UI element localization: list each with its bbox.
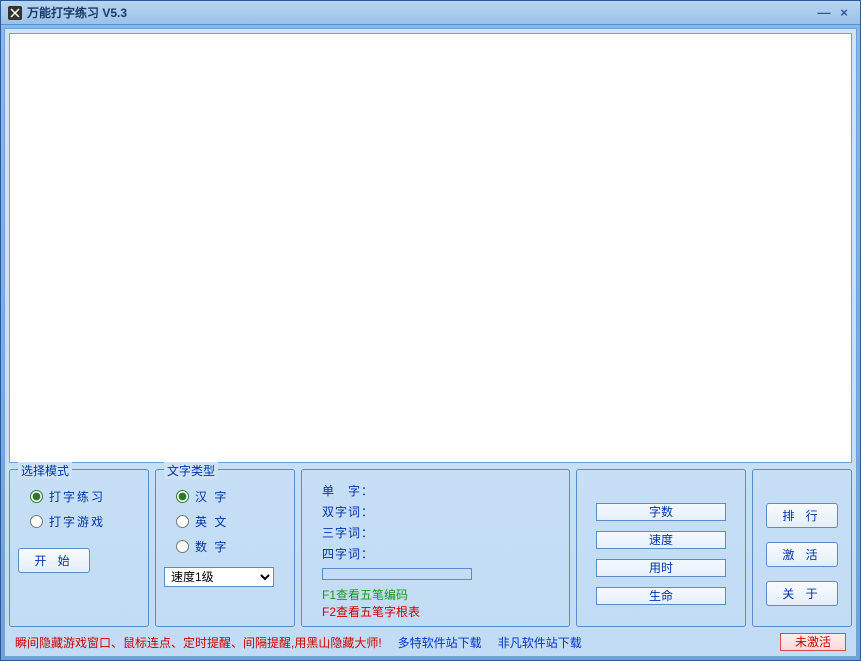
start-button[interactable]: 开 始	[18, 548, 90, 573]
radio-hanzi-input[interactable]	[176, 490, 189, 503]
app-icon	[7, 5, 23, 21]
titlebar: 万能打字练习 V5.3 — ×	[1, 1, 860, 25]
minimize-button[interactable]: —	[814, 5, 834, 20]
typing-canvas	[9, 33, 852, 463]
activation-badge[interactable]: 未激活	[780, 633, 846, 651]
download-link-1[interactable]: 多特软件站下载	[398, 634, 482, 651]
stat-triple: 三字词：	[322, 524, 557, 541]
rank-button[interactable]: 排 行	[766, 503, 838, 528]
type-group: 文字类型 汉 字 英 文 数 字 速度1级	[155, 469, 295, 627]
close-button[interactable]: ×	[834, 5, 854, 20]
radio-typing-practice[interactable]: 打字练习	[30, 488, 140, 505]
window-title: 万能打字练习 V5.3	[27, 4, 127, 21]
statusbar: 瞬间隐藏游戏窗口、鼠标连点、定时提醒、间隔提醒,用黑山隐藏大师! 多特软件站下载…	[9, 632, 852, 652]
stat-single: 单 字：	[322, 482, 557, 499]
status-message: 瞬间隐藏游戏窗口、鼠标连点、定时提醒、间隔提醒,用黑山隐藏大师!	[15, 634, 382, 651]
metric-count[interactable]: 字数	[596, 503, 726, 521]
client-area: 选择模式 打字练习 打字游戏 开 始 文字类型 汉 字	[4, 28, 857, 657]
about-button[interactable]: 关 于	[766, 581, 838, 606]
mode-legend: 选择模式	[18, 462, 72, 479]
mode-group: 选择模式 打字练习 打字游戏 开 始	[9, 469, 149, 627]
activate-button[interactable]: 激 活	[766, 542, 838, 567]
radio-number-input[interactable]	[176, 540, 189, 553]
radio-number[interactable]: 数 字	[176, 538, 286, 555]
radio-english-input[interactable]	[176, 515, 189, 528]
app-window: 万能打字练习 V5.3 — × 选择模式 打字练习 打字游戏 开 始	[0, 0, 861, 661]
input-outline[interactable]	[322, 568, 472, 580]
radio-english[interactable]: 英 文	[176, 513, 286, 530]
metric-speed[interactable]: 速度	[596, 531, 726, 549]
stat-quad: 四字词：	[322, 545, 557, 562]
radio-typing-game-input[interactable]	[30, 515, 43, 528]
stat-double: 双字词：	[322, 503, 557, 520]
radio-number-label: 数 字	[195, 538, 228, 555]
metrics-group: 字数 速度 用时 生命	[576, 469, 746, 627]
download-link-2[interactable]: 非凡软件站下载	[498, 634, 582, 651]
radio-typing-practice-label: 打字练习	[49, 488, 105, 505]
control-panel: 选择模式 打字练习 打字游戏 开 始 文字类型 汉 字	[9, 469, 852, 627]
type-legend: 文字类型	[164, 462, 218, 479]
radio-typing-practice-input[interactable]	[30, 490, 43, 503]
stats-group: 单 字： 双字词： 三字词： 四字词： F1查看五笔编码 F2查看五笔字根表	[301, 469, 570, 627]
radio-typing-game-label: 打字游戏	[49, 513, 105, 530]
metric-life[interactable]: 生命	[596, 587, 726, 605]
hint-f2: F2查看五笔字根表	[322, 603, 557, 620]
radio-hanzi-label: 汉 字	[195, 488, 228, 505]
speed-select[interactable]: 速度1级	[164, 567, 274, 587]
hint-f1: F1查看五笔编码	[322, 586, 557, 603]
radio-typing-game[interactable]: 打字游戏	[30, 513, 140, 530]
radio-hanzi[interactable]: 汉 字	[176, 488, 286, 505]
radio-english-label: 英 文	[195, 513, 228, 530]
metric-time[interactable]: 用时	[596, 559, 726, 577]
actions-group: 排 行 激 活 关 于	[752, 469, 852, 627]
